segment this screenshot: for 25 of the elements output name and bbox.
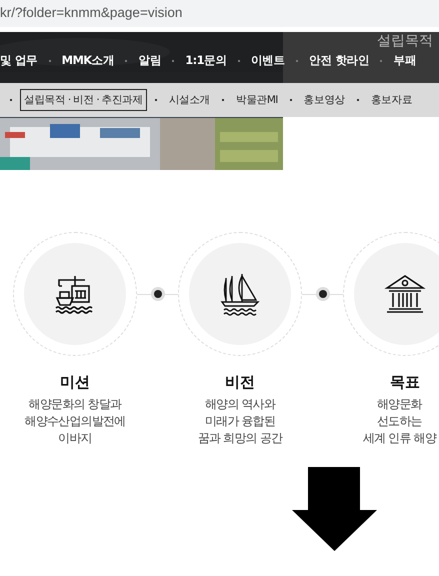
connector-dot (318, 290, 326, 298)
value-description: 해양문화 선도하는 세계 인류 해양 (362, 396, 436, 447)
value-title: 미션 (60, 373, 90, 392)
nav-item[interactable]: 이벤트 (250, 53, 286, 68)
museum-icon (383, 272, 427, 316)
sub-nav-tab[interactable]: 박물관MI (232, 89, 282, 111)
value-description: 해양문화의 창달과 해양수산업의발전에 이바지 (24, 396, 126, 447)
nav-item[interactable]: MMK소개 (62, 53, 114, 68)
section-title: 설립목적 (377, 33, 433, 49)
nav-item[interactable]: 부패 (393, 53, 416, 68)
address-bar[interactable]: kr/?folder=knmm&page=vision (0, 0, 439, 27)
sub-nav-tab[interactable]: 시설소개 (164, 89, 214, 111)
nav-item[interactable]: 안전 핫라인 (309, 53, 370, 68)
value-description: 해양의 역사와 미래가 융합된 꿈과 희망의 공간 (198, 396, 282, 447)
connector-dot (154, 290, 162, 298)
sub-nav-tab[interactable]: 홍보영상 (300, 89, 349, 111)
value-title: 목표 (390, 373, 420, 392)
sub-nav-tab[interactable]: 홍보자료 (366, 89, 416, 111)
nav-item[interactable]: 1:1문의 (185, 53, 227, 68)
value-title: 비전 (225, 373, 255, 392)
nav-item[interactable]: 알림 (138, 53, 162, 68)
sailboat-icon (218, 272, 262, 316)
sub-nav-tab[interactable]: 설립목적 · 비전 · 추진과제 (20, 89, 147, 111)
nav-item[interactable]: 및 업무 (0, 53, 38, 68)
down-arrow-icon (292, 467, 377, 551)
